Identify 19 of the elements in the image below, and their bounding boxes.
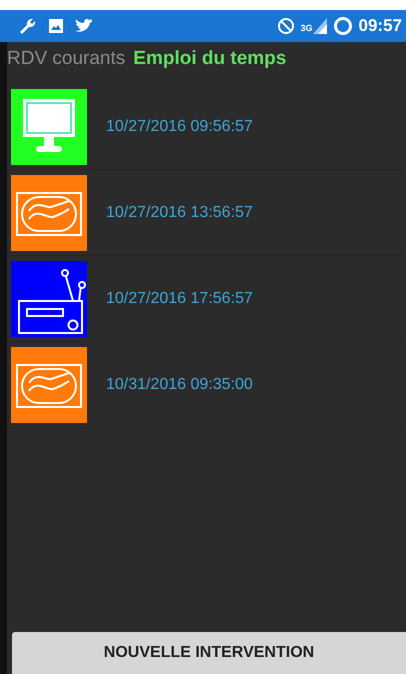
signal-icon — [312, 18, 327, 34]
new-intervention-button[interactable]: NOUVELLE INTERVENTION — [12, 632, 406, 674]
network-type: 3G — [300, 23, 313, 33]
blocked-icon — [276, 17, 294, 35]
appointment-datetime: 10/27/2016 09:56:57 — [106, 118, 253, 136]
bird-icon — [74, 18, 94, 34]
circle-icon — [332, 16, 353, 36]
appointment-datetime: 10/27/2016 17:56:57 — [106, 290, 253, 308]
clock: 09:57 — [358, 16, 402, 36]
appointment-row[interactable]: 10/31/2016 09:35:00 — [7, 342, 406, 428]
appointment-datetime: 10/31/2016 09:35:00 — [106, 376, 253, 394]
tab[interactable]: Emploi du temps — [133, 48, 286, 70]
appointment-row[interactable]: 10/27/2016 09:56:57 — [7, 84, 406, 170]
appointment-row[interactable]: 10/27/2016 13:56:57 — [7, 170, 406, 256]
appointment-datetime: 10/27/2016 13:56:57 — [106, 204, 253, 222]
image-icon — [48, 18, 64, 34]
wrench-icon — [18, 17, 38, 35]
tab[interactable]: RDV courants — [7, 48, 126, 70]
appointment-row[interactable]: 10/27/2016 17:56:57 — [7, 256, 406, 342]
